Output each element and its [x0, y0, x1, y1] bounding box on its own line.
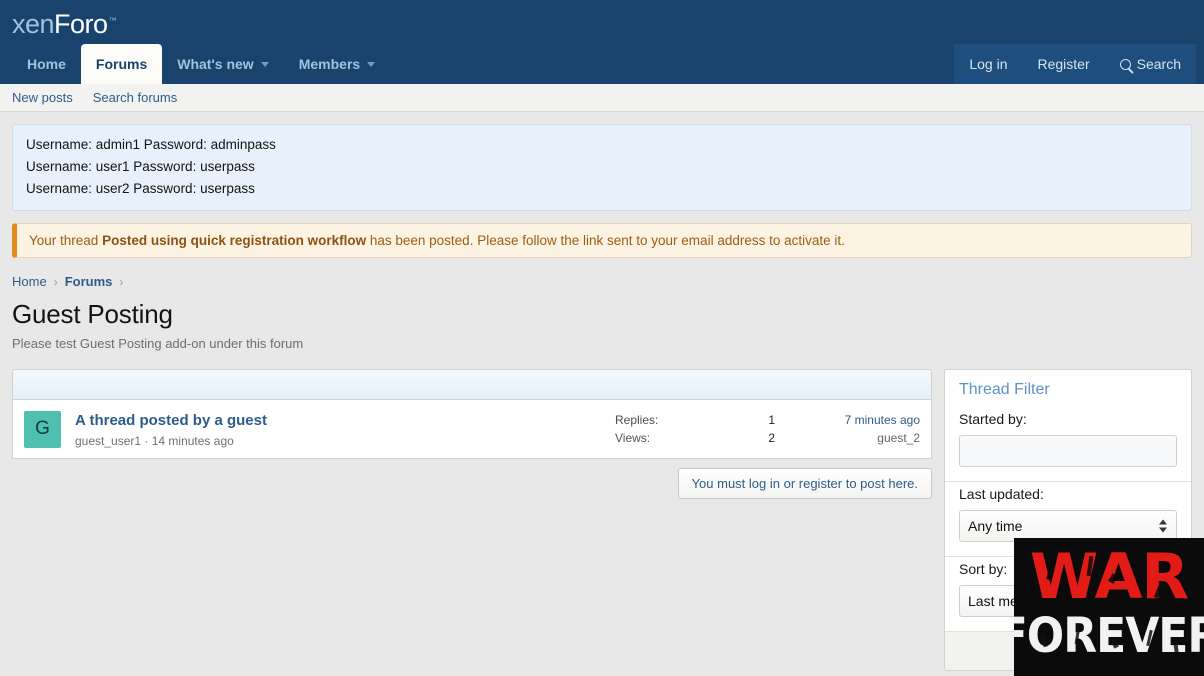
search-icon [1119, 58, 1131, 70]
logo-text-xen: xen [12, 9, 55, 39]
thread-title-link[interactable]: A thread posted by a guest [75, 411, 615, 431]
nav-tab-members-label: Members [298, 56, 361, 72]
started-by-label: Started by: [959, 411, 1027, 427]
credentials-line-user1: Username: user1 Password: userpass [26, 159, 255, 174]
thread-last-post: 7 minutes ago guest_2 [775, 411, 920, 447]
site-logo[interactable]: xenForo™ [0, 0, 1204, 44]
views-label: Views: [615, 431, 651, 445]
chevron-down-icon [367, 61, 376, 67]
select-arrows-icon [1159, 519, 1167, 533]
breadcrumb-separator-icon: › [53, 274, 58, 289]
nav-tab-whats-new[interactable]: What's new [162, 44, 283, 84]
secondary-nav: New posts Search forums [0, 84, 1204, 112]
login-button[interactable]: Log in [954, 44, 1023, 84]
ad-headline-forever: FOREVER [1014, 608, 1204, 664]
page-description: Please test Guest Posting add-on under t… [12, 336, 304, 351]
page-root: xenForo™ Home Forums What's new Members … [0, 0, 1204, 676]
replies-value: 1 [768, 413, 775, 427]
main-column: G A thread posted by a guest guest_user1… [12, 369, 932, 499]
breadcrumb: Home › Forums › [12, 274, 1192, 289]
table-row[interactable]: G A thread posted by a guest guest_user1… [13, 400, 931, 458]
register-button[interactable]: Register [1022, 44, 1105, 84]
nav-tab-forums-label: Forums [95, 56, 148, 72]
thread-author[interactable]: guest_user1 [75, 434, 141, 448]
logo-trademark: ™ [108, 16, 117, 25]
chevron-down-icon [260, 61, 269, 67]
test-credentials-box: Username: admin1 Password: adminpass Use… [12, 124, 1192, 211]
thread-stats: Replies: 1 Views: 2 [615, 411, 775, 447]
notice-suffix: has been posted. Please follow the link … [366, 233, 845, 248]
thread-posted-notice: Your thread Posted using quick registrat… [12, 223, 1192, 258]
thread-list-header [13, 370, 931, 400]
register-button-label: Register [1037, 56, 1090, 72]
page-title: Guest Posting [12, 299, 173, 329]
thread-list-actions: You must log in or register to post here… [12, 468, 932, 499]
last-post-time[interactable]: 7 minutes ago [775, 411, 920, 429]
thread-main: A thread posted by a guest guest_user1 ·… [75, 411, 615, 448]
nav-tab-members[interactable]: Members [284, 44, 390, 84]
logo-text-foro: Foro [54, 9, 108, 39]
primary-nav: Home Forums What's new Members [12, 44, 390, 84]
nav-tab-home[interactable]: Home [12, 44, 81, 84]
breadcrumb-item-home[interactable]: Home [12, 274, 47, 289]
avatar[interactable]: G [24, 410, 61, 448]
nav-tab-home-label: Home [27, 56, 66, 72]
started-by-input[interactable] [959, 435, 1177, 467]
views-value: 2 [768, 431, 775, 445]
thread-filter-title: Thread Filter [959, 381, 1050, 398]
thread-list: G A thread posted by a guest guest_user1… [12, 369, 932, 459]
ad-headline-war: WAR [1029, 540, 1189, 613]
subnav-item-new-posts[interactable]: New posts [12, 90, 73, 105]
notice-thread-title: Posted using quick registration workflow [102, 233, 367, 248]
thread-meta: guest_user1 · 14 minutes ago [75, 434, 615, 448]
breadcrumb-item-forums[interactable]: Forums [65, 274, 113, 289]
notice-prefix: Your thread [29, 233, 103, 248]
breadcrumb-separator-icon: › [119, 274, 124, 289]
war-forever-ad-overlay[interactable]: WAR FOREVER [1014, 538, 1204, 676]
last-updated-selected-value: Any time [968, 518, 1023, 534]
last-updated-label: Last updated: [959, 486, 1044, 502]
thread-posted-time: 14 minutes ago [151, 433, 234, 448]
user-nav: Log in Register Search [954, 44, 1196, 84]
replies-label: Replies: [615, 413, 659, 427]
last-post-user[interactable]: guest_2 [775, 429, 920, 447]
login-button-label: Log in [969, 56, 1008, 72]
login-to-post-button[interactable]: You must log in or register to post here… [677, 468, 932, 499]
nav-tab-forums[interactable]: Forums [80, 44, 163, 84]
nav-tab-whats-new-label: What's new [177, 56, 254, 72]
credentials-line-user2: Username: user2 Password: userpass [26, 181, 255, 196]
subnav-item-search-forums[interactable]: Search forums [93, 90, 178, 105]
search-button[interactable]: Search [1104, 44, 1196, 84]
thread-meta-separator: · [144, 433, 149, 448]
search-button-label: Search [1136, 56, 1181, 72]
credentials-line-admin: Username: admin1 Password: adminpass [26, 137, 276, 152]
filter-started-by-block: Started by: [945, 407, 1191, 482]
site-header: xenForo™ Home Forums What's new Members … [0, 0, 1204, 84]
